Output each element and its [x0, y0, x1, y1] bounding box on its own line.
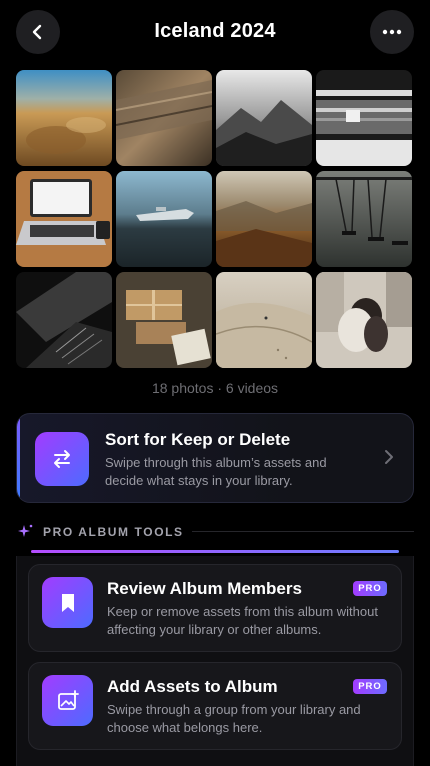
photo-swings[interactable]	[316, 171, 412, 267]
more-options-button[interactable]	[370, 10, 414, 54]
tool-title: Review Album Members	[107, 579, 302, 598]
tool-description: Keep or remove assets from this album wi…	[107, 604, 378, 637]
review-album-members-card[interactable]: Review Album Members PRO Keep or remove …	[28, 564, 402, 652]
album-title: Iceland 2024	[154, 20, 276, 42]
pro-badge: PRO	[353, 679, 387, 694]
photo-parcels[interactable]	[116, 272, 212, 368]
section-divider	[192, 531, 414, 532]
image-add-icon	[42, 675, 93, 726]
photo-grid	[16, 70, 414, 368]
tool-title: Add Assets to Album	[107, 677, 278, 696]
pro-tools-section-header: PRO ALBUM TOOLS	[16, 523, 414, 541]
photo-autumn-valley[interactable]	[216, 171, 312, 267]
gradient-underline	[31, 550, 399, 553]
tool-description: Swipe through a group from your library …	[107, 702, 361, 735]
bookmark-icon	[42, 577, 93, 628]
sort-card-description: Swipe through this album’s assets and de…	[105, 455, 327, 488]
photo-plane-wreck[interactable]	[116, 171, 212, 267]
photo-building-bw[interactable]	[16, 272, 112, 368]
chevron-right-icon	[385, 450, 393, 464]
photo-sand-dunes[interactable]	[216, 272, 312, 368]
sparkle-icon	[18, 524, 33, 537]
card-accent-bar	[17, 414, 20, 502]
swap-arrows-icon	[35, 432, 89, 486]
photo-beach-grass[interactable]	[16, 70, 112, 166]
top-bar: Iceland 2024	[0, 0, 430, 64]
add-assets-to-album-card[interactable]: Add Assets to Album PRO Swipe through a …	[28, 662, 402, 750]
photo-misty-mountains[interactable]	[216, 70, 312, 166]
photo-laptop-desk[interactable]	[16, 171, 112, 267]
ellipsis-icon	[382, 29, 402, 35]
sort-card-title: Sort for Keep or Delete	[105, 430, 291, 449]
sort-keep-delete-card[interactable]: Sort for Keep or Delete Swipe through th…	[16, 413, 414, 503]
media-count: 18 photos · 6 videos	[151, 380, 279, 396]
photo-train-blur[interactable]	[316, 70, 412, 166]
section-label: PRO ALBUM TOOLS	[43, 525, 184, 539]
pro-badge: PRO	[353, 581, 387, 596]
photo-couple-city[interactable]	[316, 272, 412, 368]
photo-driftwood[interactable]	[116, 70, 212, 166]
